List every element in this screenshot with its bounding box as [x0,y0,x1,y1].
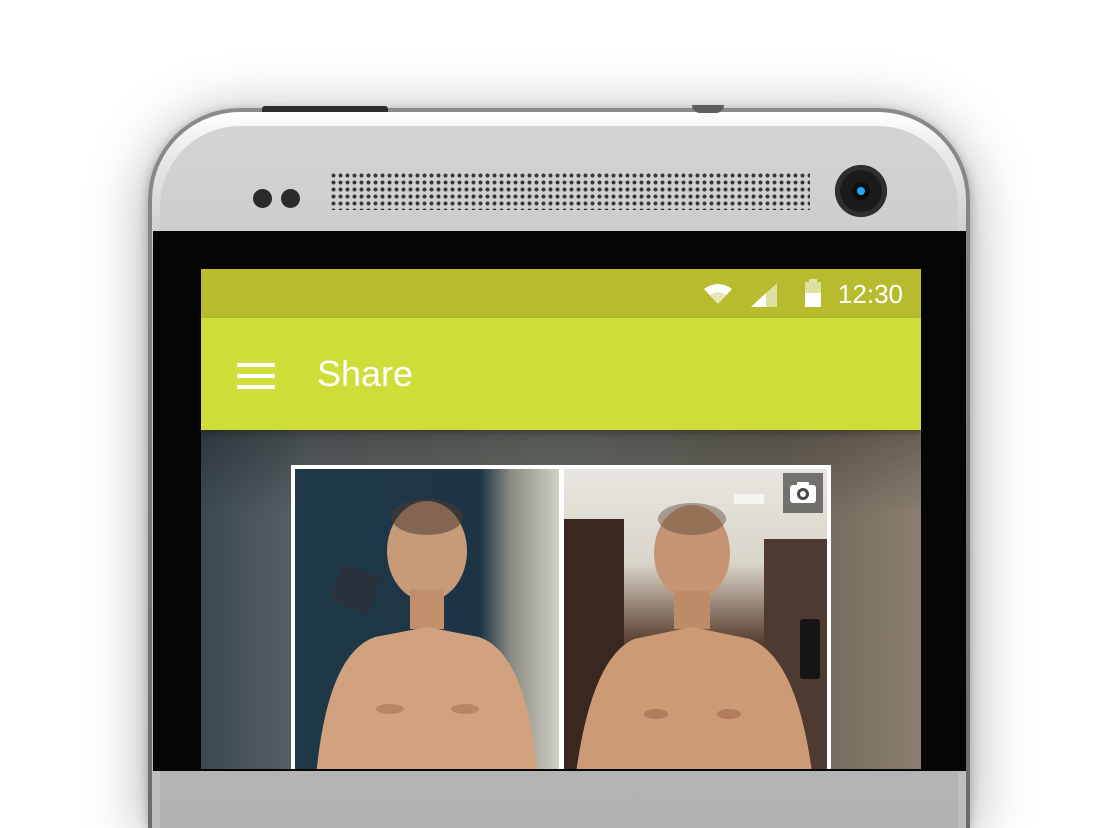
front-camera [835,165,887,217]
proximity-sensor [253,189,272,208]
hamburger-menu-icon[interactable] [231,354,283,394]
person-figure [316,499,538,769]
speaker-grille [330,172,810,210]
before-photo[interactable] [295,469,559,769]
power-button [262,106,388,112]
cell-signal-icon [751,283,777,312]
share-content [201,430,921,769]
wifi-icon [703,283,733,310]
after-photo[interactable] [564,469,827,769]
page-title: Share [317,353,414,394]
light-sensor [281,189,300,208]
status-bar: 12:30 [201,269,921,318]
battery-icon [804,279,822,312]
app-bar: Share [201,318,921,430]
status-time: 12:30 [837,279,903,309]
person-figure [564,494,827,769]
ir-blaster [692,105,724,113]
app-screen: 12:30 Share [201,269,921,769]
photo-collage[interactable] [291,465,831,769]
camera-icon[interactable] [783,473,823,513]
